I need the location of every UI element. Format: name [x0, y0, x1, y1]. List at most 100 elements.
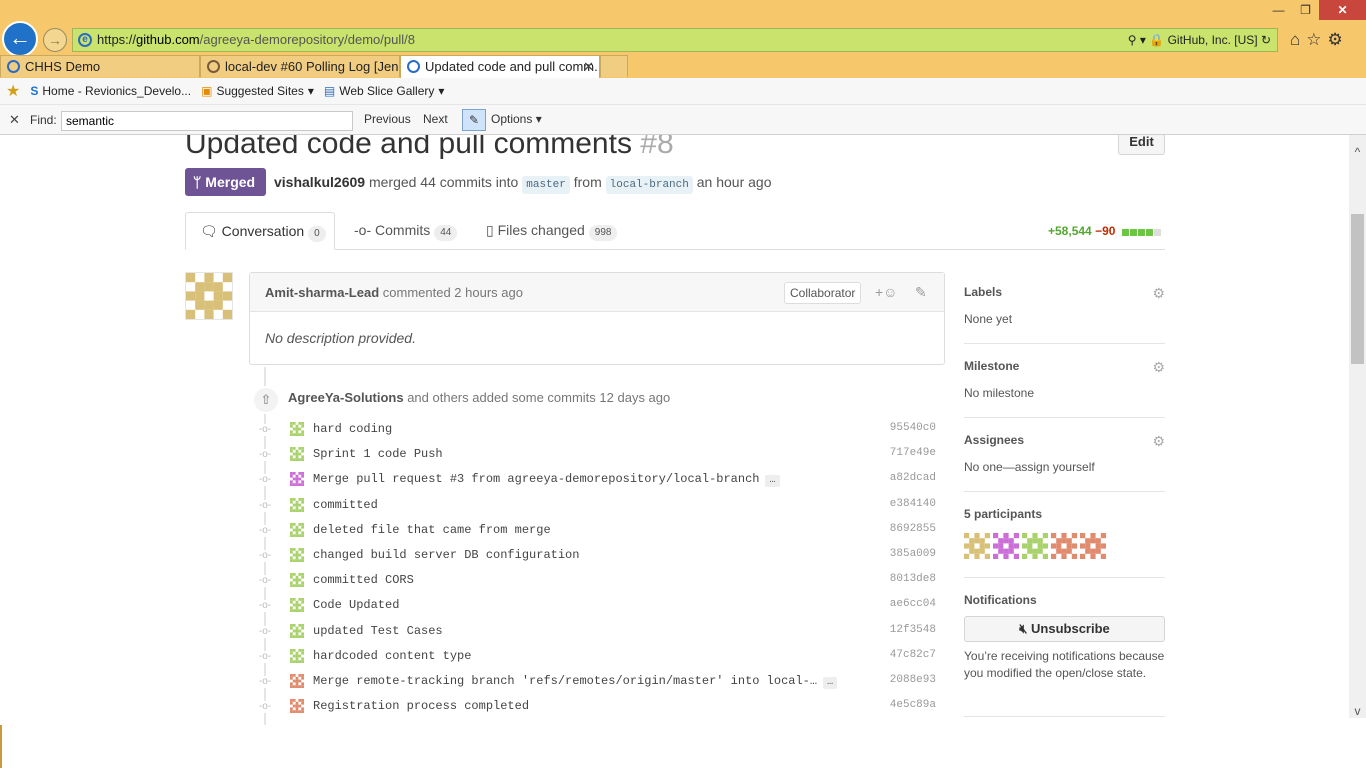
commit-avatar[interactable]: [290, 522, 304, 537]
commit-sha[interactable]: 8692855: [890, 523, 936, 535]
edit-pencil-icon[interactable]: ✎: [915, 284, 927, 301]
commit-sha[interactable]: 8013de8: [890, 573, 936, 585]
find-next-button[interactable]: Next: [423, 112, 448, 126]
commit-message[interactable]: deleted file that came from merge: [313, 523, 551, 537]
tab-conversation[interactable]: 🗨 Conversation 0: [185, 212, 335, 250]
base-branch[interactable]: master: [522, 176, 570, 194]
commit-message-text[interactable]: Code Updated: [313, 598, 399, 612]
site-identity[interactable]: GitHub, Inc. [US]: [1168, 33, 1258, 47]
commit-message[interactable]: updated Test Cases: [313, 624, 443, 638]
expand-commit-button[interactable]: …: [823, 677, 838, 689]
commit-message-text[interactable]: updated Test Cases: [313, 624, 443, 638]
new-tab-button[interactable]: [600, 55, 628, 77]
close-find-icon[interactable]: ✕: [9, 112, 20, 128]
commit-message[interactable]: hardcoded content type: [313, 649, 471, 663]
forward-button[interactable]: →: [43, 28, 67, 52]
participant-avatar[interactable]: [1051, 533, 1077, 562]
commits-author[interactable]: AgreeYa-Solutions: [288, 390, 404, 405]
tab-pull-request[interactable]: Updated code and pull comm... ✕: [400, 55, 600, 78]
tab-jenkins-log[interactable]: local-dev #60 Polling Log [Jen...: [200, 55, 400, 77]
commit-message[interactable]: Code Updated: [313, 598, 399, 612]
commit-sha[interactable]: ae6cc04: [890, 598, 936, 610]
participant-avatar[interactable]: [993, 533, 1019, 562]
commit-message-text[interactable]: hardcoded content type: [313, 649, 471, 663]
commit-message-text[interactable]: committed: [313, 498, 378, 512]
milestone-gear-icon[interactable]: ⚙: [1152, 359, 1165, 376]
commit-message-text[interactable]: deleted file that came from merge: [313, 523, 551, 537]
find-previous-button[interactable]: Previous: [364, 112, 411, 126]
add-reaction-icon[interactable]: +☺: [875, 284, 897, 300]
commit-avatar[interactable]: [290, 497, 304, 512]
settings-gear-icon[interactable]: ⚙: [1328, 30, 1343, 50]
comment-author[interactable]: Amit-sharma-Lead: [265, 285, 379, 300]
home-icon[interactable]: ⌂: [1290, 30, 1300, 50]
commit-sha[interactable]: 2088e93: [890, 674, 936, 686]
head-branch[interactable]: local-branch: [605, 176, 693, 194]
vertical-scrollbar[interactable]: ^ v: [1349, 135, 1366, 718]
commit-sha[interactable]: 717e49e: [890, 447, 936, 459]
commit-message-text[interactable]: changed build server DB configuration: [313, 548, 579, 562]
commit-avatar[interactable]: [290, 674, 304, 688]
commit-message[interactable]: Merge remote-tracking branch 'refs/remot…: [313, 674, 838, 689]
restore-icon[interactable]: ❐: [1292, 0, 1319, 20]
commit-message[interactable]: committed CORS: [313, 573, 414, 587]
commit-sha[interactable]: 12f3548: [890, 624, 936, 636]
assign-yourself-link[interactable]: No one—assign yourself: [964, 460, 1165, 474]
participant-avatar[interactable]: [1022, 533, 1048, 562]
commit-message[interactable]: committed: [313, 498, 378, 512]
commit-message-text[interactable]: Registration process completed: [313, 699, 529, 713]
tab-files-changed[interactable]: ▯ Files changed 998: [486, 212, 618, 250]
commit-sha[interactable]: 385a009: [890, 548, 936, 560]
commit-message-text[interactable]: committed CORS: [313, 573, 414, 587]
tab-commits[interactable]: -o- Commits 44: [354, 212, 458, 250]
favorites-icon[interactable]: ★: [6, 81, 20, 101]
commit-message-text[interactable]: Sprint 1 code Push: [313, 447, 443, 461]
commit-sha[interactable]: 47c82c7: [890, 649, 936, 661]
labels-gear-icon[interactable]: ⚙: [1152, 285, 1165, 302]
favorites-star-icon[interactable]: ☆: [1306, 30, 1321, 50]
commit-avatar[interactable]: [290, 422, 304, 436]
scroll-down-icon[interactable]: v: [1349, 704, 1366, 718]
commit-avatar[interactable]: [290, 548, 304, 562]
commit-avatar[interactable]: [290, 447, 304, 462]
search-icon[interactable]: ⚲ ▾: [1128, 33, 1146, 47]
commit-avatar[interactable]: [290, 573, 304, 588]
find-input[interactable]: [61, 111, 353, 131]
edit-button[interactable]: Edit: [1118, 135, 1165, 155]
commit-message[interactable]: hard coding: [313, 422, 392, 436]
commit-sha[interactable]: e384140: [890, 498, 936, 510]
unsubscribe-button[interactable]: 🔇︎ Unsubscribe: [964, 616, 1165, 642]
commit-sha[interactable]: 4e5c89a: [890, 699, 936, 711]
merger-link[interactable]: vishalkul2609: [274, 174, 365, 190]
expand-commit-button[interactable]: …: [765, 475, 780, 488]
commenter-avatar[interactable]: [185, 272, 233, 320]
commit-message[interactable]: Registration process completed: [313, 699, 529, 713]
commit-avatar[interactable]: [290, 648, 304, 663]
refresh-icon[interactable]: ↻: [1261, 33, 1271, 47]
back-button[interactable]: ←: [2, 21, 38, 57]
fav-web-slice-gallery[interactable]: ▤ Web Slice Gallery ▾: [324, 84, 445, 98]
minimize-icon[interactable]: —: [1265, 0, 1292, 20]
scroll-thumb[interactable]: [1351, 214, 1364, 364]
commit-message-text[interactable]: Merge remote-tracking branch 'refs/remot…: [313, 674, 817, 688]
find-options-button[interactable]: Options ▾: [491, 112, 542, 126]
commit-message[interactable]: Sprint 1 code Push: [313, 447, 443, 461]
close-tab-icon[interactable]: ✕: [583, 56, 594, 77]
commit-avatar[interactable]: [290, 623, 304, 638]
commit-avatar[interactable]: [290, 699, 304, 714]
address-bar[interactable]: e https://github.com/agreeya-demoreposit…: [72, 28, 1278, 52]
fav-suggested-sites[interactable]: ▣ Suggested Sites ▾: [201, 84, 314, 98]
fav-home-revionics[interactable]: S Home - Revionics_Develo...: [30, 84, 191, 98]
tab-chhs-demo[interactable]: CHHS Demo: [0, 55, 200, 77]
participant-avatar[interactable]: [964, 533, 990, 562]
commit-sha[interactable]: 95540c0: [890, 422, 936, 434]
close-window-icon[interactable]: ✕: [1319, 0, 1366, 20]
scroll-up-icon[interactable]: ^: [1349, 145, 1366, 159]
highlight-icon[interactable]: ✎: [462, 109, 486, 131]
commit-sha[interactable]: a82dcad: [890, 472, 936, 484]
assignees-gear-icon[interactable]: ⚙: [1152, 433, 1165, 450]
commit-avatar[interactable]: [290, 472, 304, 487]
commit-avatar[interactable]: [290, 598, 304, 613]
participant-avatar[interactable]: [1080, 533, 1106, 562]
commit-message-text[interactable]: hard coding: [313, 422, 392, 436]
